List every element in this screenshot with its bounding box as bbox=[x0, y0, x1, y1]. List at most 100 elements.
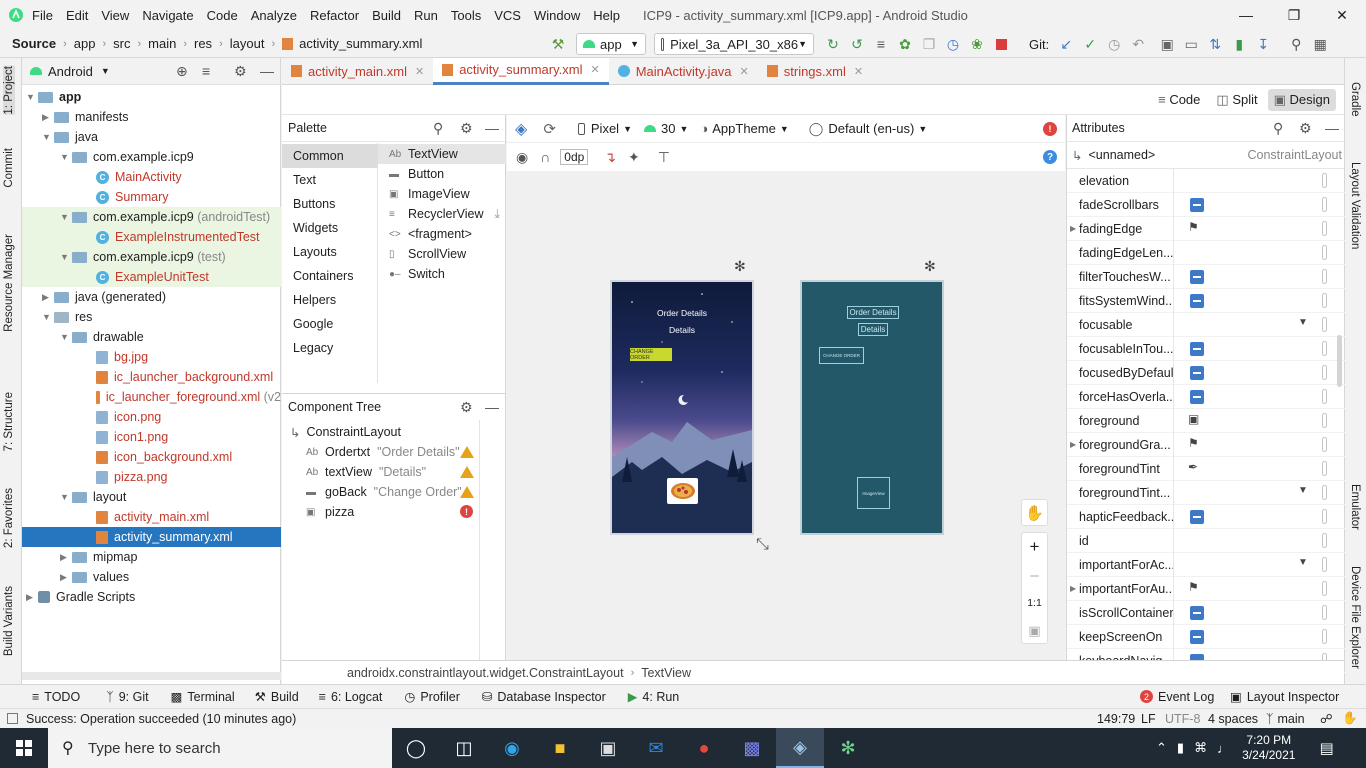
close-icon[interactable]: ✕ bbox=[740, 65, 749, 78]
close-icon[interactable]: ✕ bbox=[415, 65, 424, 78]
tree-node-layout[interactable]: ▼ layout bbox=[22, 487, 281, 507]
blueprint-preview[interactable]: Order Details Details CHANGE ORDER Image… bbox=[800, 280, 944, 535]
resource-picker-icon[interactable] bbox=[1322, 316, 1327, 332]
chevron-up-icon[interactable]: ⌃ bbox=[1156, 740, 1167, 756]
palette-splitter[interactable] bbox=[282, 383, 506, 393]
search-icon[interactable]: ⚲ bbox=[433, 120, 443, 137]
clear-constraints-icon[interactable]: ↴ bbox=[604, 149, 616, 166]
menu-vcs[interactable]: VCS bbox=[494, 8, 521, 23]
toggle-icon[interactable] bbox=[1190, 197, 1204, 212]
resource-picker-icon[interactable] bbox=[1322, 628, 1327, 644]
chevron-down-icon[interactable]: ▼ bbox=[60, 212, 72, 222]
store-icon[interactable]: ▣ bbox=[584, 728, 632, 768]
attribute-value[interactable]: ▼ bbox=[1173, 312, 1327, 337]
tree-node-drawable[interactable]: ▼ drawable bbox=[22, 327, 281, 347]
attribute-row[interactable]: focusedByDefault bbox=[1067, 360, 1345, 385]
eye-icon[interactable]: ◉ bbox=[516, 149, 528, 166]
palette-item-textview[interactable]: Ab TextView bbox=[378, 144, 506, 164]
error-icon[interactable]: ! bbox=[460, 505, 473, 518]
default-margin-button[interactable]: 0dp bbox=[560, 149, 589, 165]
attribute-value[interactable] bbox=[1173, 288, 1327, 313]
chevron-down-icon[interactable]: ▼ bbox=[42, 312, 54, 322]
attribute-row[interactable]: id bbox=[1067, 528, 1345, 553]
chevron-down-icon[interactable]: ▼ bbox=[1298, 317, 1308, 328]
palette-item-button[interactable]: ▬ Button bbox=[378, 164, 506, 184]
apply-code-changes-icon[interactable]: ↺ bbox=[846, 33, 868, 55]
tree-node-icon[interactable]: icon.png bbox=[22, 407, 281, 427]
chevron-right-icon[interactable]: ▶ bbox=[42, 112, 54, 123]
attribute-row[interactable]: foreground ▣ bbox=[1067, 408, 1345, 433]
menu-view[interactable]: View bbox=[101, 8, 129, 23]
flag-icon[interactable]: ⚑ bbox=[1188, 220, 1199, 234]
guidelines-icon[interactable]: ⊤ bbox=[658, 149, 670, 166]
apply-changes-icon[interactable]: ↻ bbox=[822, 33, 844, 55]
chrome-icon[interactable]: ● bbox=[680, 728, 728, 768]
resource-picker-icon[interactable] bbox=[1322, 268, 1327, 284]
tree-row-goback[interactable]: ▬ goBack "Change Order" bbox=[306, 482, 462, 502]
horizontal-scrollbar[interactable] bbox=[22, 672, 281, 680]
split-mode-button[interactable]: ◫ Split bbox=[1210, 89, 1263, 111]
breadcrumb-parent[interactable]: androidx.constraintlayout.widget.Constra… bbox=[347, 666, 624, 680]
attribute-value[interactable]: ▼ bbox=[1173, 480, 1327, 505]
line-separator[interactable]: LF bbox=[1141, 712, 1156, 726]
app-taskbar-icon[interactable]: ✻ bbox=[824, 728, 872, 768]
emulator-tool-tab[interactable]: Emulator bbox=[1349, 484, 1361, 530]
attribute-value[interactable]: ⚑ bbox=[1173, 432, 1327, 457]
sdk-manager-icon[interactable]: ↧ bbox=[1252, 33, 1274, 55]
tree-node-java[interactable]: ▼ java bbox=[22, 127, 281, 147]
project-structure-icon[interactable]: ▣ bbox=[1156, 33, 1178, 55]
design-mode-button[interactable]: ▣ Design bbox=[1267, 88, 1336, 111]
chevron-down-icon[interactable]: ▼ bbox=[60, 252, 72, 262]
resource-picker-icon[interactable] bbox=[1322, 484, 1327, 500]
status-toggle-icon[interactable] bbox=[7, 713, 18, 724]
layout-inspector-button[interactable]: ▣ Layout Inspector bbox=[1230, 689, 1339, 705]
theme-selector[interactable]: ◑ AppTheme ▼ bbox=[700, 121, 788, 136]
flag-icon[interactable]: ⚑ bbox=[1188, 436, 1199, 450]
toggle-icon[interactable] bbox=[1190, 629, 1204, 644]
attribute-row[interactable]: fadingEdgeLen... bbox=[1067, 240, 1345, 265]
git-rollback-icon[interactable]: ↶ bbox=[1127, 33, 1149, 55]
error-icon[interactable]: ! bbox=[1043, 122, 1057, 136]
chevron-down-icon[interactable]: ▼ bbox=[60, 492, 72, 502]
palette-item-fragment[interactable]: <> <fragment> bbox=[378, 224, 506, 244]
maximize-icon[interactable]: ❐ bbox=[1270, 7, 1318, 24]
attribute-row[interactable]: foregroundTint ✒ bbox=[1067, 456, 1345, 481]
build-variants-tool-tab[interactable]: Build Variants bbox=[3, 586, 15, 656]
wifi-icon[interactable]: ⌘ bbox=[1194, 740, 1207, 756]
hide-panel-icon[interactable]: — bbox=[485, 399, 499, 415]
attribute-value[interactable] bbox=[1173, 600, 1327, 625]
attribute-row[interactable]: focusable ▼ bbox=[1067, 312, 1345, 337]
attribute-value[interactable] bbox=[1173, 504, 1327, 529]
tree-node-icon1[interactable]: icon1.png bbox=[22, 427, 281, 447]
palette-category-common[interactable]: Common bbox=[282, 144, 378, 168]
profile-icon[interactable]: ◷ bbox=[942, 33, 964, 55]
tab-strings[interactable]: strings.xml ✕ bbox=[758, 58, 872, 85]
gear-icon[interactable]: ⚙ bbox=[460, 399, 473, 416]
api-selector[interactable]: 30 ▼ bbox=[644, 121, 688, 136]
attribute-value[interactable] bbox=[1173, 336, 1327, 361]
tree-node-icon-background[interactable]: icon_background.xml bbox=[22, 447, 281, 467]
resource-picker-icon[interactable] bbox=[1322, 340, 1327, 356]
device-manager-icon[interactable]: ▮ bbox=[1228, 33, 1250, 55]
tree-node-activity-summary[interactable]: activity_summary.xml bbox=[22, 527, 281, 547]
hide-panel-icon[interactable]: — bbox=[260, 63, 274, 79]
resource-picker-icon[interactable] bbox=[1322, 364, 1327, 380]
resource-picker-icon[interactable] bbox=[1322, 508, 1327, 524]
menu-refactor[interactable]: Refactor bbox=[310, 8, 359, 23]
resource-picker-icon[interactable] bbox=[1322, 532, 1327, 548]
attribute-row[interactable]: hapticFeedback... bbox=[1067, 504, 1345, 529]
clock[interactable]: 7:20 PM 3/24/2021 bbox=[1242, 733, 1295, 763]
resource-picker-icon[interactable] bbox=[1322, 604, 1327, 620]
gear-icon[interactable]: ⚙ bbox=[234, 63, 247, 80]
orientation-icon[interactable]: ⟳ bbox=[543, 120, 556, 138]
resource-picker-icon[interactable] bbox=[1322, 412, 1327, 428]
layers-icon[interactable]: ◈ bbox=[515, 119, 527, 139]
pin-icon[interactable]: ✻ bbox=[924, 258, 936, 275]
attribute-value[interactable]: ✒ bbox=[1173, 456, 1327, 481]
attribute-value[interactable]: ⚑ bbox=[1173, 216, 1327, 241]
attribute-row[interactable]: elevation bbox=[1067, 168, 1345, 193]
status-message[interactable]: Success: Operation succeeded (10 minutes… bbox=[26, 712, 296, 726]
close-icon[interactable]: ✕ bbox=[854, 65, 863, 78]
tab-activity-summary[interactable]: activity_summary.xml ✕ bbox=[433, 57, 609, 85]
palette-category-text[interactable]: Text bbox=[282, 168, 378, 192]
